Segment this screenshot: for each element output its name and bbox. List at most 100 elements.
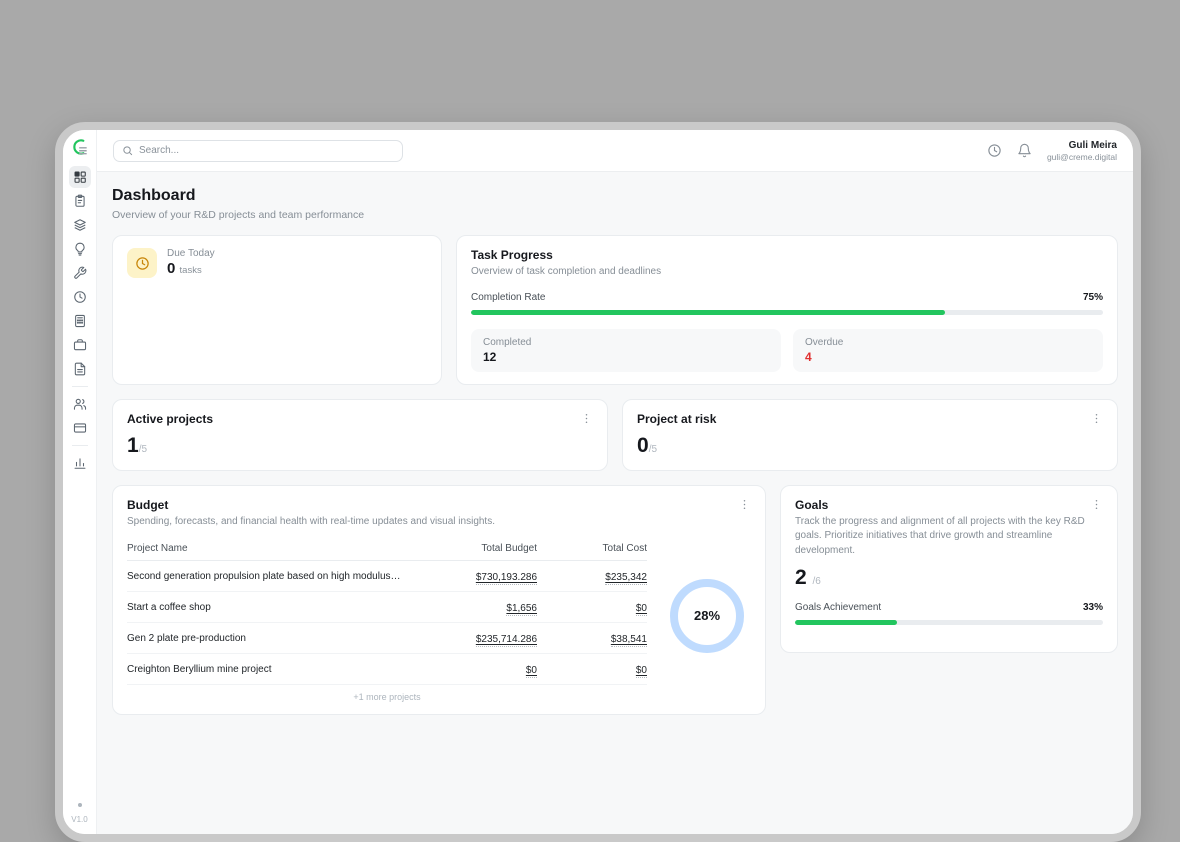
kebab-menu-icon — [1090, 412, 1103, 425]
main-area: Guli Meira guli@creme.digital Dashboard … — [97, 130, 1133, 834]
completion-rate-label: Completion Rate — [471, 292, 545, 303]
wrench-icon — [73, 266, 87, 280]
sidebar-item-team[interactable] — [69, 393, 91, 415]
due-today-icon-badge — [127, 248, 157, 278]
document-icon — [73, 362, 87, 376]
search-icon — [122, 145, 133, 156]
sidebar-item-ideas[interactable] — [69, 238, 91, 260]
completion-rate-bar-fill — [471, 310, 945, 315]
briefcase-icon — [73, 338, 87, 352]
sidebar-item-tools[interactable] — [69, 262, 91, 284]
project-at-risk-menu-button[interactable] — [1089, 412, 1103, 426]
user-menu[interactable]: Guli Meira guli@creme.digital — [1047, 140, 1117, 162]
notifications-button[interactable] — [1017, 143, 1033, 159]
total-cost-value[interactable]: $38,541 — [611, 634, 647, 647]
goals-title: Goals — [795, 498, 828, 512]
active-projects-value: 1/5 — [127, 434, 593, 458]
goals-value: 2 /6 — [795, 566, 1103, 590]
kebab-menu-icon — [1090, 498, 1103, 511]
task-progress-card: Task Progress Overview of task completio… — [456, 235, 1118, 385]
sidebar-item-projects[interactable] — [69, 214, 91, 236]
goals-achievement-label: Goals Achievement — [795, 602, 881, 613]
sidebar-item-documents[interactable] — [69, 358, 91, 380]
task-progress-title: Task Progress — [471, 248, 1103, 262]
budget-menu-button[interactable] — [737, 498, 751, 512]
completion-rate-bar — [471, 310, 1103, 315]
bell-icon — [1017, 143, 1032, 158]
history-button[interactable] — [987, 143, 1003, 159]
total-budget-value[interactable]: $730,193.286 — [476, 572, 537, 585]
budget-table-row: Start a coffee shop $1,656 $0 — [127, 592, 647, 623]
sidebar-item-time[interactable] — [69, 286, 91, 308]
project-at-risk-title: Project at risk — [637, 412, 716, 426]
overdue-label: Overdue — [805, 337, 1091, 348]
completed-label: Completed — [483, 337, 769, 348]
total-cost-value[interactable]: $0 — [636, 665, 647, 678]
budget-table-row: Gen 2 plate pre-production $235,714.286 … — [127, 623, 647, 654]
more-projects-link[interactable]: +1 more projects — [127, 685, 647, 702]
user-email: guli@creme.digital — [1047, 152, 1117, 162]
sidebar-divider — [72, 386, 88, 387]
goals-subtitle: Track the progress and alignment of all … — [795, 515, 1103, 559]
clock-icon — [73, 290, 87, 304]
budget-table-row: Creighton Beryllium mine project $0 $0 — [127, 654, 647, 685]
project-name: Creighton Beryllium mine project — [127, 664, 412, 675]
budget-usage-value: 28% — [694, 608, 720, 623]
total-budget-value[interactable]: $0 — [526, 665, 537, 678]
user-name: Guli Meira — [1047, 140, 1117, 151]
total-cost-value[interactable]: $0 — [636, 603, 647, 616]
bar-chart-icon — [73, 456, 87, 470]
layers-icon — [73, 218, 87, 232]
sidebar-item-billing[interactable] — [69, 417, 91, 439]
app-logo[interactable] — [70, 137, 90, 157]
page-title: Dashboard — [112, 187, 1118, 205]
sidebar-item-portfolio[interactable] — [69, 334, 91, 356]
total-budget-value[interactable]: $235,714.286 — [476, 634, 537, 647]
credit-card-icon — [73, 421, 87, 435]
goals-achievement-bar — [795, 620, 1103, 625]
goals-achievement-value: 33% — [1083, 602, 1103, 613]
active-projects-card: Active projects 1/5 — [112, 399, 608, 471]
kebab-menu-icon — [738, 498, 751, 511]
col-project-name: Project Name — [127, 543, 412, 554]
total-cost-value[interactable]: $235,342 — [605, 572, 647, 585]
budget-table-row: Second generation propulsion plate based… — [127, 561, 647, 592]
budget-subtitle: Spending, forecasts, and financial healt… — [127, 515, 751, 530]
goals-achievement-bar-fill — [795, 620, 897, 625]
topbar: Guli Meira guli@creme.digital — [97, 130, 1133, 171]
project-name: Gen 2 plate pre-production — [127, 633, 412, 644]
sidebar: V1.0 — [63, 130, 97, 834]
sidebar-divider — [72, 445, 88, 446]
due-today-card: Due Today 0 tasks — [112, 235, 442, 385]
due-today-label: Due Today — [167, 248, 215, 259]
project-at-risk-card: Project at risk 0/5 — [622, 399, 1118, 471]
due-today-value: 0 tasks — [167, 260, 215, 277]
completion-rate-value: 75% — [1083, 292, 1103, 303]
project-name: Second generation propulsion plate based… — [127, 571, 412, 582]
total-budget-value[interactable]: $1,656 — [506, 603, 537, 616]
goals-menu-button[interactable] — [1089, 498, 1103, 512]
users-icon — [73, 397, 87, 411]
sidebar-item-dashboard[interactable] — [69, 166, 91, 188]
dashboard-content: Dashboard Overview of your R&D projects … — [97, 171, 1133, 834]
budget-table-header: Project Name Total Budget Total Cost — [127, 539, 647, 561]
sidebar-item-analytics[interactable] — [69, 452, 91, 474]
due-today-unit: tasks — [180, 265, 202, 276]
dashboard-grid-icon — [73, 170, 87, 184]
completed-stat-box: Completed 12 — [471, 329, 781, 372]
overdue-value: 4 — [805, 350, 1091, 364]
project-name: Start a coffee shop — [127, 602, 412, 613]
completed-value: 12 — [483, 350, 769, 364]
clock-icon — [987, 143, 1002, 158]
status-dot — [78, 803, 82, 807]
active-projects-menu-button[interactable] — [579, 412, 593, 426]
goals-card: Goals Track the progress and alignment o… — [780, 485, 1118, 653]
logo-icon — [70, 137, 90, 157]
clipboard-icon — [73, 194, 87, 208]
clock-icon — [135, 256, 150, 271]
search-input[interactable] — [139, 145, 394, 156]
budget-card: Budget Spending, forecasts, and financia… — [112, 485, 766, 716]
sidebar-item-calculator[interactable] — [69, 310, 91, 332]
sidebar-item-tasks[interactable] — [69, 190, 91, 212]
active-projects-title: Active projects — [127, 412, 213, 426]
